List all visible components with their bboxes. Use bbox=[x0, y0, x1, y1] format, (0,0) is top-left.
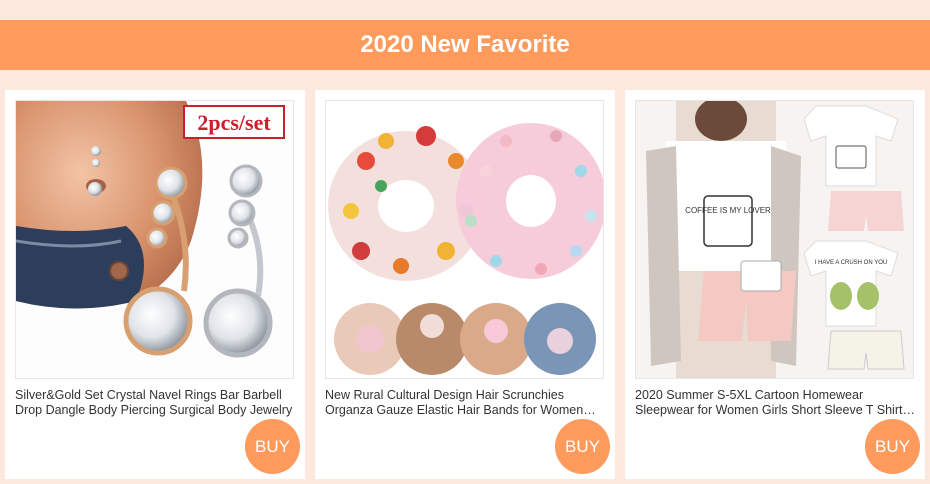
product-title[interactable]: New Rural Cultural Design Hair Scrunchie… bbox=[325, 388, 605, 418]
buy-button[interactable]: BUY bbox=[245, 419, 300, 474]
section-banner: 2020 New Favorite bbox=[0, 20, 930, 70]
product-title[interactable]: Silver&Gold Set Crystal Navel Rings Bar … bbox=[15, 388, 295, 418]
product-image[interactable]: COFFEE IS MY LOVER I HAVE A CRUSH ON YOU bbox=[635, 100, 914, 379]
pajama-image: COFFEE IS MY LOVER I HAVE A CRUSH ON YOU bbox=[636, 101, 913, 378]
navel-ring-image: 2pcs/set bbox=[16, 101, 293, 378]
product-card[interactable]: New Rural Cultural Design Hair Scrunchie… bbox=[315, 90, 615, 479]
section-title: 2020 New Favorite bbox=[360, 31, 570, 58]
mug-text: COFFEE IS MY LOVER bbox=[685, 206, 771, 215]
buy-button[interactable]: BUY bbox=[555, 419, 610, 474]
product-title[interactable]: 2020 Summer S-5XL Cartoon Homewear Sleep… bbox=[635, 388, 915, 418]
product-image[interactable] bbox=[325, 100, 604, 379]
product-card[interactable]: 2pcs/set Silver&Gold Set Crystal Navel R… bbox=[5, 90, 305, 479]
tee-text: I HAVE A CRUSH ON YOU bbox=[815, 260, 887, 266]
buy-button[interactable]: BUY bbox=[865, 419, 920, 474]
scrunchie-image bbox=[326, 101, 603, 378]
product-image[interactable]: 2pcs/set bbox=[15, 100, 294, 379]
product-card[interactable]: COFFEE IS MY LOVER I HAVE A CRUSH ON YOU… bbox=[625, 90, 925, 479]
product-badge: 2pcs/set bbox=[197, 110, 271, 135]
